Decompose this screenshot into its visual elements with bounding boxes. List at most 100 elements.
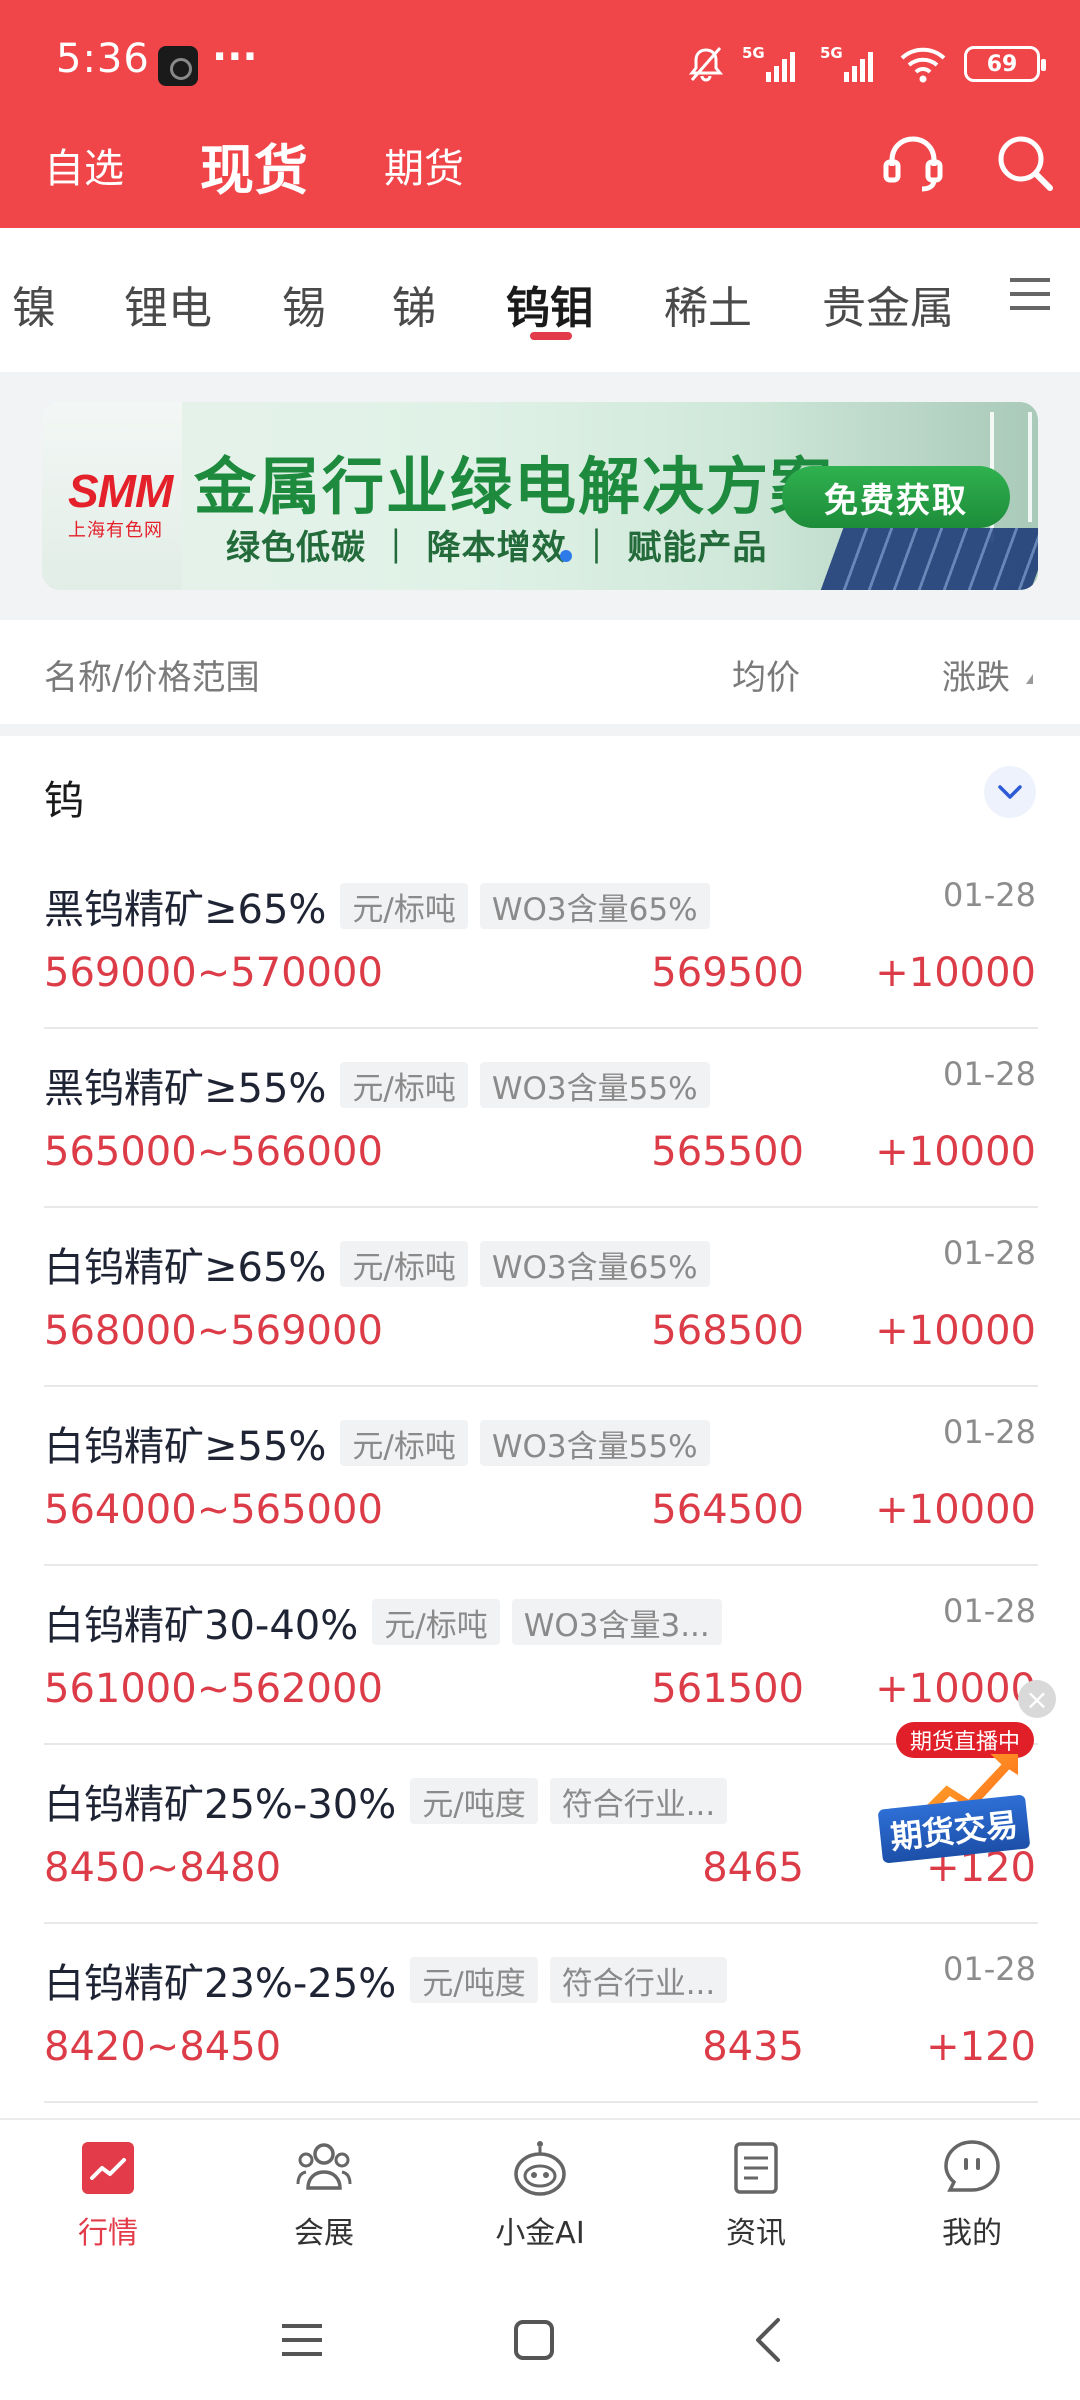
price-range: 565000~566000 [44,1129,383,1175]
close-icon[interactable]: × [1018,1680,1056,1718]
average-price: 8435 [702,2024,804,2070]
category-rare-earth[interactable]: 稀土 [664,272,752,336]
price-change: +10000 [875,1308,1036,1354]
product-name: 黑钨精矿≥65% [44,887,327,933]
price-row[interactable]: 白钨精矿≥55% 元/标吨 WO3含量55% 01-28 564000~5650… [44,1387,1038,1566]
smm-logo: SMM 上海有色网 [68,465,192,541]
column-header: 名称/价格范围 均价 涨跌 [0,620,1080,724]
bottom-nav-market[interactable]: 行情 [48,2138,168,2262]
bottom-nav-me[interactable]: 我的 [912,2138,1032,2262]
turbine-image [1028,412,1032,522]
mute-bell-icon [686,44,726,84]
price-date: 01-28 [943,1950,1036,1988]
signal-icon-2: 5G [820,44,882,84]
spec-tag: WO3含量55% [479,1420,710,1466]
price-date: 01-28 [943,1413,1036,1451]
active-tab-indicator [530,332,572,340]
carousel-dots [560,550,572,562]
unit-tag: 元/标吨 [372,1599,500,1645]
carousel-dot-active [560,550,572,562]
category-tungsten-molybdenum[interactable]: 钨钼 [506,272,594,336]
price-range: 8450~8480 [44,1845,282,1891]
average-price: 565500 [651,1129,804,1175]
banner-subtitle: 绿色低碳 ｜ 降本增效 ｜ 赋能产品 [226,528,768,568]
price-row[interactable]: 白钨精矿23%-25% 元/吨度 符合行业... 01-28 8420~8450… [44,1924,1038,2103]
more-notifications-icon: ··· [212,34,258,80]
unit-tag: 元/标吨 [340,1420,468,1466]
notification-app-icon [158,46,198,86]
price-date: 01-28 [943,1592,1036,1630]
category-precious-metals[interactable]: 贵金属 [822,272,954,336]
category-tin[interactable]: 锡 [282,272,326,336]
column-avg[interactable]: 均价 [732,650,800,699]
bottom-nav-label: 资讯 [726,2216,786,2251]
product-name: 白钨精矿≥55% [44,1424,327,1470]
solar-panel-image [820,528,1038,590]
unit-tag: 元/吨度 [410,1778,538,1824]
bottom-nav-exhibition[interactable]: 会展 [264,2138,384,2262]
logo-subtext: 上海有色网 [68,520,163,541]
product-name: 黑钨精矿≥55% [44,1066,327,1112]
banner-title: 金属行业绿电解决方案 [194,450,835,523]
sort-icon[interactable] [1026,674,1033,684]
back-icon[interactable] [740,2310,800,2370]
section-title: 钨 [44,778,84,824]
unit-tag: 元/吨度 [410,1957,538,2003]
price-change: +10000 [875,950,1036,996]
collapse-section-button[interactable] [984,766,1036,818]
price-range: 561000~562000 [44,1666,383,1712]
tab-watchlist[interactable]: 自选 [44,120,124,210]
bottom-nav-news[interactable]: 资讯 [696,2138,816,2262]
spec-tag: 符合行业... [549,1957,728,2003]
category-antimony[interactable]: 锑 [392,272,436,336]
status-bar: 5:36 ··· 5G 5G 69 [0,0,1080,120]
price-row[interactable]: 白钨精矿≥65% 元/标吨 WO3含量65% 01-28 568000~5690… [44,1208,1038,1387]
unit-tag: 元/标吨 [340,1241,468,1287]
banner-cta-button[interactable]: 免费获取 [782,466,1010,528]
customer-service-icon[interactable] [878,128,948,198]
spec-tag: 符合行业... [549,1778,728,1824]
chart-icon [78,2138,138,2198]
robot-icon [510,2138,570,2198]
unit-tag: 元/标吨 [340,1062,468,1108]
home-icon[interactable] [504,2310,564,2370]
price-row[interactable]: 黑钨精矿≥65% 元/标吨 WO3含量65% 01-28 569000~5700… [44,850,1038,1029]
spec-tag: WO3含量65% [479,883,710,929]
chevron-down-icon [998,785,1022,799]
bottom-nav-label: 我的 [942,2216,1002,2251]
price-date: 01-28 [943,1055,1036,1093]
average-price: 564500 [651,1487,804,1533]
futures-live-widget[interactable]: 期货直播中 期货交易 [877,1718,1070,1878]
price-range: 569000~570000 [44,950,383,996]
price-range: 8420~8450 [44,2024,282,2070]
app-header: 5:36 ··· 5G 5G 69 自选 现货 期货 [0,0,1080,228]
price-row[interactable]: 黑钨精矿≥55% 元/标吨 WO3含量55% 01-28 565000~5660… [44,1029,1038,1208]
average-price: 8465 [702,1845,804,1891]
promo-banner[interactable]: SMM 上海有色网 金属行业绿电解决方案 绿色低碳 ｜ 降本增效 ｜ 赋能产品 … [42,402,1038,590]
price-date: 01-28 [943,876,1036,914]
price-range: 568000~569000 [44,1308,383,1354]
people-icon [294,2138,354,2198]
recent-apps-icon[interactable] [272,2310,332,2370]
network-label-2: 5G [820,44,843,62]
product-name: 白钨精矿≥65% [44,1245,327,1291]
futures-trade-label: 期货交易 [877,1794,1031,1864]
search-icon[interactable] [990,128,1060,198]
logo-text: SMM [68,465,173,517]
category-lithium[interactable]: 锂电 [124,272,212,336]
menu-icon[interactable] [1008,274,1052,314]
tab-spot[interactable]: 现货 [200,120,308,210]
network-label-1: 5G [742,44,765,62]
tab-futures[interactable]: 期货 [384,120,464,210]
live-badge: 期货直播中 [896,1722,1035,1758]
spec-tag: WO3含量3... [511,1599,722,1645]
top-nav: 自选 现货 期货 [0,120,1080,228]
price-change: +10000 [875,1487,1036,1533]
bottom-nav-label: 会展 [294,2216,354,2251]
average-price: 569500 [651,950,804,996]
bottom-nav-ai[interactable]: 小金AI [480,2138,600,2262]
category-nickel[interactable]: 镍 [12,272,56,336]
column-change[interactable]: 涨跌 [942,650,1010,699]
profile-icon [942,2138,1002,2198]
product-name: 白钨精矿23%-25% [44,1961,397,2007]
